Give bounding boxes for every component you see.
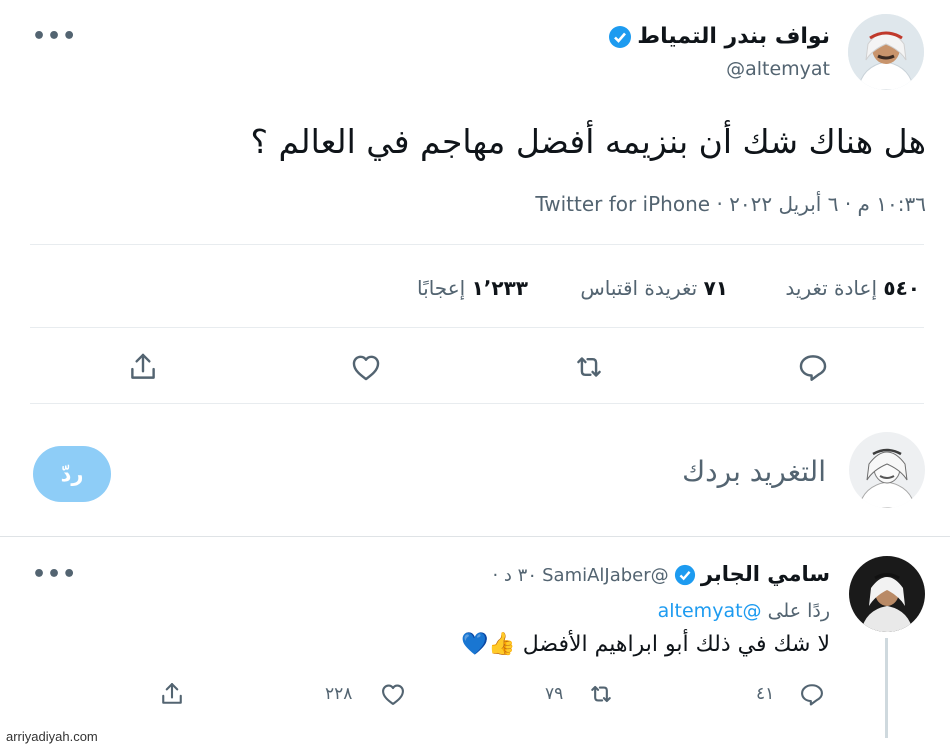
reply-emoji: 👍💙 — [460, 632, 516, 657]
tweet-text: هل هناك شك أن بنزيمه أفضل مهاجم في العال… — [250, 122, 926, 161]
like-count: ١٬٢٣٣ — [471, 276, 528, 300]
reply-time[interactable]: ٣٠ د · — [492, 565, 537, 586]
tweet-meta: ١٠:٣٦ م · ٦ أبريل ٢٠٢٢ · Twitter for iPh… — [535, 192, 926, 216]
reply-author-avatar[interactable] — [849, 556, 925, 632]
retweet-icon — [587, 680, 615, 712]
divider — [30, 244, 924, 245]
like-icon[interactable] — [349, 350, 383, 384]
author-handle[interactable]: @altemyat — [726, 58, 830, 80]
tweet-timestamp[interactable]: ١٠:٣٦ م · ٦ أبريل ٢٠٢٢ · — [716, 192, 926, 216]
author-avatar[interactable] — [848, 14, 924, 90]
reply-replies-count: ٤١ — [756, 684, 775, 704]
divider — [0, 536, 950, 537]
reply-likes-count: ٢٢٨ — [325, 684, 353, 704]
quote-count: ٧١ — [703, 276, 728, 300]
source-watermark: arriyadiyah.com — [6, 729, 98, 744]
verified-badge-icon — [674, 564, 696, 590]
more-options-icon[interactable]: ••• — [32, 24, 77, 49]
reply-header: سامي الجابر @SamiAlJaber ٣٠ د · — [492, 562, 830, 590]
reply-text-body: لا شك في ذلك أبو ابراهيم الأفضل — [522, 632, 830, 657]
retweet-count: ٥٤٠ — [883, 276, 920, 300]
reply-reply-action[interactable]: ٤١ — [756, 680, 836, 710]
like-stat[interactable]: ١٬٢٣٣ إعجابًا — [417, 276, 528, 300]
replying-to-handle[interactable]: @altemyat — [658, 600, 762, 622]
divider — [30, 403, 924, 404]
reply-more-options-icon[interactable]: ••• — [32, 562, 77, 587]
quote-stat[interactable]: ٧١ تغريدة اقتباس — [580, 276, 728, 300]
current-user-avatar[interactable] — [849, 432, 925, 508]
reply-retweet-action[interactable]: ٧٩ — [545, 680, 625, 710]
replying-to-prefix: ردًا على — [767, 600, 830, 622]
retweet-stat[interactable]: ٥٤٠ إعادة تغريد — [785, 276, 920, 300]
reply-share-action[interactable] — [158, 680, 188, 710]
tweet-source[interactable]: Twitter for iPhone — [535, 192, 710, 216]
like-label: إعجابًا — [417, 276, 466, 300]
reply-button[interactable]: ردّ — [33, 446, 111, 502]
divider — [30, 327, 924, 328]
reply-author-name[interactable]: سامي الجابر — [701, 562, 830, 586]
share-icon[interactable] — [126, 350, 160, 384]
reply-icon[interactable] — [796, 350, 830, 384]
reply-text: لا شك في ذلك أبو ابراهيم الأفضل 👍💙 — [461, 632, 830, 657]
reply-author-handle[interactable]: @SamiAlJaber — [542, 565, 669, 586]
share-icon — [158, 683, 186, 712]
reply-like-action[interactable]: ٢٢٨ — [325, 680, 415, 710]
author-name[interactable]: نواف بندر التمياط — [637, 24, 830, 49]
retweet-icon[interactable] — [572, 350, 606, 384]
thread-line — [885, 638, 888, 738]
replying-to: ردًا على @altemyat — [658, 600, 830, 622]
author-name-row: نواف بندر التمياط — [608, 24, 830, 53]
reply-retweets-count: ٧٩ — [545, 684, 564, 704]
retweet-label: إعادة تغريد — [785, 276, 878, 300]
compose-input[interactable]: التغريد بردك — [682, 455, 826, 488]
quote-label: تغريدة اقتباس — [580, 276, 698, 300]
reply-icon — [798, 680, 826, 712]
verified-badge-icon — [608, 25, 632, 53]
like-icon — [379, 680, 407, 712]
